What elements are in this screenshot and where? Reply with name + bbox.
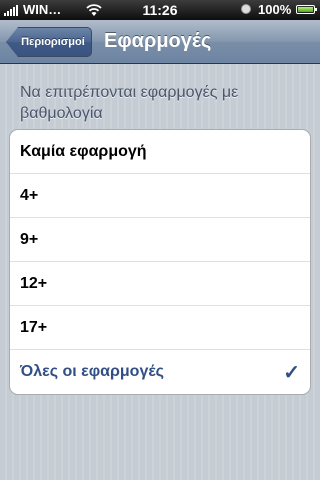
battery-icon <box>296 5 317 14</box>
option-row-none[interactable]: Καμία εφαρμογή <box>10 130 310 174</box>
option-row-4plus[interactable]: 4+ <box>10 174 310 218</box>
battery-percent: 100% <box>258 2 292 17</box>
navigation-bar: Περιορισμοί Εφαρμογές <box>0 20 320 64</box>
option-row-12plus[interactable]: 12+ <box>10 262 310 306</box>
option-label: 12+ <box>20 275 48 292</box>
page-title: Εφαρμογές <box>104 30 212 52</box>
option-label: Καμία εφαρμογή <box>20 143 147 160</box>
option-row-17plus[interactable]: 17+ <box>10 306 310 350</box>
rotation-lock-icon <box>241 4 251 14</box>
option-label: 17+ <box>20 319 48 336</box>
back-button[interactable]: Περιορισμοί <box>6 27 92 57</box>
option-label: Όλες οι εφαρμογές <box>20 363 164 380</box>
option-row-9plus[interactable]: 9+ <box>10 218 310 262</box>
status-bar: WIN… 11:26 100% <box>0 0 320 20</box>
section-header: Να επιτρέπονται εφαρμογές με βαθμολογία <box>20 84 239 122</box>
option-label: 4+ <box>20 187 39 204</box>
option-label: 9+ <box>20 231 39 248</box>
rating-options-list: Καμία εφαρμογή 4+ 9+ 12+ 17+ Όλες οι εφα… <box>9 129 311 395</box>
checkmark-icon: ✓ <box>283 362 300 384</box>
option-row-all-apps[interactable]: Όλες οι εφαρμογές ✓ <box>10 350 310 394</box>
